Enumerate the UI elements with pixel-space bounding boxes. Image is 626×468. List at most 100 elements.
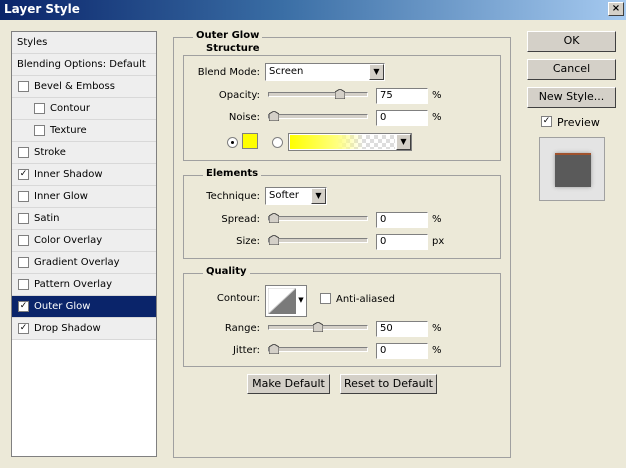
chevron-down-icon: ▼ [296, 286, 306, 316]
style-list-item-label: Gradient Overlay [34, 257, 120, 268]
chevron-down-icon: ▼ [311, 188, 326, 204]
style-checkbox[interactable] [18, 213, 29, 224]
style-list-item-label: Bevel & Emboss [34, 81, 115, 92]
style-checkbox[interactable] [34, 103, 45, 114]
slider-thumb-icon[interactable] [269, 213, 279, 223]
style-list-item[interactable]: Contour [12, 98, 156, 120]
close-icon: × [611, 3, 621, 14]
style-checkbox[interactable] [18, 191, 29, 202]
range-slider[interactable] [268, 322, 368, 332]
style-checkbox[interactable] [18, 81, 29, 92]
slider-thumb-icon[interactable] [269, 344, 279, 354]
spread-unit: % [432, 214, 442, 225]
style-list-item-label: Blending Options: Default [17, 59, 146, 70]
slider-thumb-icon[interactable] [269, 111, 279, 121]
style-list-item[interactable]: Texture [12, 120, 156, 142]
noise-label: Noise: [228, 112, 260, 123]
style-list-item[interactable]: ✓ Outer Glow [12, 296, 156, 318]
spread-label: Spread: [221, 214, 260, 225]
opacity-slider[interactable] [268, 89, 368, 99]
style-list-item[interactable]: Gradient Overlay [12, 252, 156, 274]
anti-aliased-checkbox[interactable] [320, 293, 331, 304]
checkmark-icon[interactable]: ✓ [18, 323, 29, 334]
technique-select[interactable]: Softer ▼ [265, 187, 327, 205]
contour-label: Contour: [216, 293, 260, 304]
chevron-down-icon: ▼ [396, 134, 411, 150]
style-list-item-label: Contour [50, 103, 90, 114]
glow-color-swatch[interactable] [242, 133, 258, 149]
style-list-item[interactable]: Inner Glow [12, 186, 156, 208]
spread-field[interactable]: 0 [376, 212, 428, 228]
jitter-slider[interactable] [268, 344, 368, 354]
spread-slider[interactable] [268, 213, 368, 223]
range-field[interactable]: 50 [376, 321, 428, 337]
slider-thumb-icon[interactable] [269, 235, 279, 245]
range-label: Range: [224, 323, 260, 334]
noise-field[interactable]: 0 [376, 110, 428, 126]
style-list-item-label: Inner Shadow [34, 169, 103, 180]
gradient-radio[interactable] [272, 137, 283, 148]
solid-color-radio[interactable] [227, 137, 238, 148]
contour-picker[interactable]: ▼ [265, 285, 307, 317]
style-checkbox[interactable] [34, 125, 45, 136]
ok-button[interactable]: OK [527, 31, 616, 52]
gradient-preview [290, 135, 395, 149]
style-checkbox[interactable] [18, 257, 29, 268]
title-bar: Layer Style × [0, 0, 626, 20]
elements-title: Elements [203, 168, 262, 179]
gradient-picker[interactable]: ▼ [288, 133, 412, 151]
jitter-label: Jitter: [232, 345, 260, 356]
style-list-item[interactable]: Blending Options: Default [12, 54, 156, 76]
style-list-item[interactable]: Styles [12, 32, 156, 54]
range-unit: % [432, 323, 442, 334]
style-list-item-label: Outer Glow [34, 301, 91, 312]
anti-aliased-label: Anti-aliased [336, 294, 396, 305]
jitter-field[interactable]: 0 [376, 343, 428, 359]
style-checkbox[interactable] [18, 235, 29, 246]
window-title: Layer Style [4, 2, 80, 16]
preview-checkbox[interactable]: ✓ [541, 116, 552, 127]
style-list-item-label: Color Overlay [34, 235, 103, 246]
style-list-item-label: Styles [17, 37, 48, 48]
blend-mode-select[interactable]: Screen ▼ [265, 63, 385, 81]
style-list-item-label: Stroke [34, 147, 66, 158]
styles-list: Styles Blending Options: Default Bevel & E… [11, 31, 157, 457]
new-style-button[interactable]: New Style... [527, 87, 616, 108]
size-field[interactable]: 0 [376, 234, 428, 250]
close-button[interactable]: × [608, 2, 624, 16]
blend-mode-value: Screen [269, 66, 304, 77]
size-unit: px [432, 236, 445, 247]
style-list-item[interactable]: Satin [12, 208, 156, 230]
slider-thumb-icon[interactable] [335, 89, 345, 99]
noise-slider[interactable] [268, 111, 368, 121]
style-list-item-label: Texture [50, 125, 87, 136]
quality-title: Quality [203, 266, 250, 277]
size-slider[interactable] [268, 235, 368, 245]
checkmark-icon[interactable]: ✓ [18, 169, 29, 180]
style-list-item[interactable]: ✓ Inner Shadow [12, 164, 156, 186]
checkmark-icon[interactable]: ✓ [18, 301, 29, 312]
contour-curve-icon [268, 288, 296, 314]
reset-to-default-button[interactable]: Reset to Default [340, 374, 437, 394]
jitter-unit: % [432, 345, 442, 356]
size-label: Size: [236, 236, 260, 247]
chevron-down-icon: ▼ [369, 64, 384, 80]
style-checkbox[interactable] [18, 279, 29, 290]
style-list-item[interactable]: Bevel & Emboss [12, 76, 156, 98]
style-list-item[interactable]: Pattern Overlay [12, 274, 156, 296]
structure-title: Structure [203, 43, 263, 54]
style-list-item[interactable]: ✓ Drop Shadow [12, 318, 156, 340]
style-preview [539, 137, 605, 201]
cancel-button[interactable]: Cancel [527, 59, 616, 80]
style-list-item-label: Pattern Overlay [34, 279, 113, 290]
style-checkbox[interactable] [18, 147, 29, 158]
style-list-item[interactable]: Color Overlay [12, 230, 156, 252]
slider-thumb-icon[interactable] [313, 322, 323, 332]
technique-label: Technique: [206, 191, 260, 202]
style-list-item-label: Satin [34, 213, 60, 224]
opacity-label: Opacity: [218, 90, 260, 101]
style-list-item-label: Drop Shadow [34, 323, 101, 334]
make-default-button[interactable]: Make Default [247, 374, 330, 394]
style-list-item[interactable]: Stroke [12, 142, 156, 164]
opacity-field[interactable]: 75 [376, 88, 428, 104]
